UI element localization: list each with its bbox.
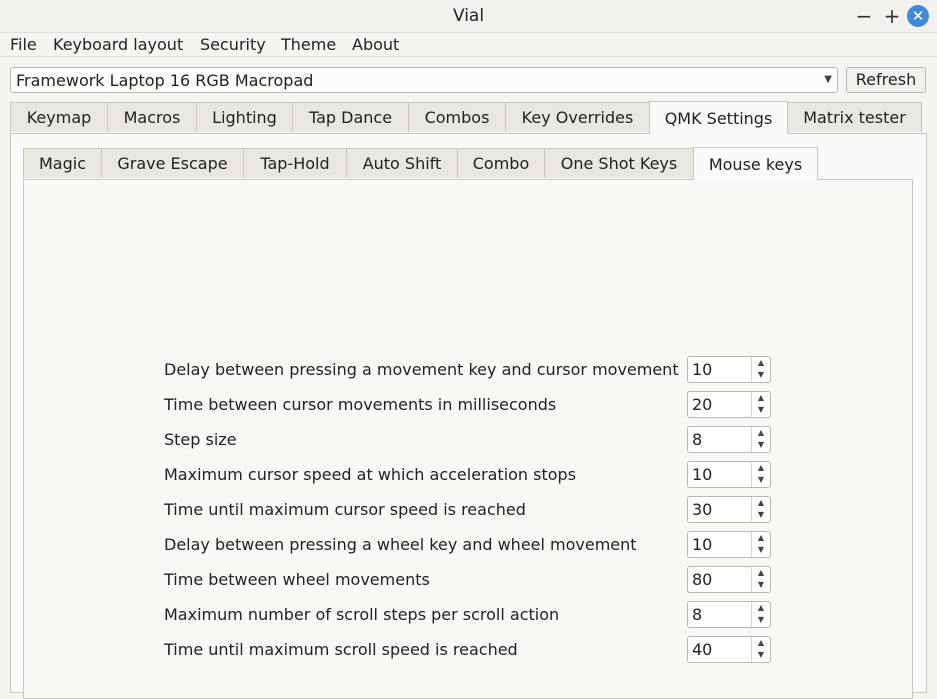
close-icon[interactable]: ✕ bbox=[907, 5, 929, 27]
max-scroll-steps-spinbox[interactable]: 8 ▲ ▼ bbox=[687, 601, 771, 628]
subtab-grave-escape[interactable]: Grave Escape bbox=[101, 148, 244, 178]
tab-macros[interactable]: Macros bbox=[107, 102, 197, 132]
spinbox-value[interactable]: 40 bbox=[692, 640, 712, 659]
spin-down-icon[interactable]: ▼ bbox=[752, 649, 770, 661]
max-cursor-speed-spinbox[interactable]: 10 ▲ ▼ bbox=[687, 461, 771, 488]
setting-label-wheel-interval: Time between wheel movements bbox=[164, 570, 430, 589]
spin-up-icon[interactable]: ▲ bbox=[752, 462, 770, 474]
spin-down-icon[interactable]: ▼ bbox=[752, 474, 770, 486]
tab-matrix-tester[interactable]: Matrix tester bbox=[787, 102, 922, 132]
scroll-time-to-max-spinbox[interactable]: 40 ▲ ▼ bbox=[687, 636, 771, 663]
device-select-value: Framework Laptop 16 RGB Macropad bbox=[16, 71, 314, 90]
spin-down-icon[interactable]: ▼ bbox=[752, 509, 770, 521]
device-select[interactable]: Framework Laptop 16 RGB Macropad ▼ bbox=[10, 67, 838, 93]
spin-down-icon[interactable]: ▼ bbox=[752, 579, 770, 591]
spinbox-value[interactable]: 10 bbox=[692, 360, 712, 379]
wheel-interval-spinbox[interactable]: 80 ▲ ▼ bbox=[687, 566, 771, 593]
setting-label-cursor-interval: Time between cursor movements in millise… bbox=[164, 395, 557, 414]
subtab-mouse-keys[interactable]: Mouse keys bbox=[693, 147, 818, 180]
spin-down-icon[interactable]: ▼ bbox=[752, 614, 770, 626]
tab-qmk-settings[interactable]: QMK Settings bbox=[649, 101, 788, 134]
spinbox-value[interactable]: 80 bbox=[692, 570, 712, 589]
spin-down-icon[interactable]: ▼ bbox=[752, 369, 770, 381]
spin-down-icon[interactable]: ▼ bbox=[752, 544, 770, 556]
chevron-down-icon[interactable]: ▼ bbox=[824, 74, 832, 85]
setting-label-movement-delay: Delay between pressing a movement key an… bbox=[164, 360, 679, 379]
spinbox-value[interactable]: 8 bbox=[692, 605, 702, 624]
menu-security[interactable]: Security bbox=[200, 35, 266, 54]
spin-up-icon[interactable]: ▲ bbox=[752, 427, 770, 439]
spinbox-value[interactable]: 30 bbox=[692, 500, 712, 519]
subtab-one-shot-keys[interactable]: One Shot Keys bbox=[544, 148, 694, 178]
menu-theme[interactable]: Theme bbox=[281, 35, 336, 54]
menu-about[interactable]: About bbox=[352, 35, 399, 54]
spin-up-icon[interactable]: ▲ bbox=[752, 602, 770, 614]
setting-label-step-size: Step size bbox=[164, 430, 237, 449]
refresh-button[interactable]: Refresh bbox=[846, 67, 926, 93]
spin-up-icon[interactable]: ▲ bbox=[752, 497, 770, 509]
wheel-delay-spinbox[interactable]: 10 ▲ ▼ bbox=[687, 531, 771, 558]
setting-label-max-scroll-steps: Maximum number of scroll steps per scrol… bbox=[164, 605, 560, 624]
spin-down-icon[interactable]: ▼ bbox=[752, 439, 770, 451]
spinbox-value[interactable]: 10 bbox=[692, 465, 712, 484]
step-size-spinbox[interactable]: 8 ▲ ▼ bbox=[687, 426, 771, 453]
setting-label-cursor-time-to-max: Time until maximum cursor speed is reach… bbox=[164, 500, 526, 519]
tab-key-overrides[interactable]: Key Overrides bbox=[505, 102, 650, 132]
menu-bar: File Keyboard layout Security Theme Abou… bbox=[0, 32, 937, 56]
spin-down-icon[interactable]: ▼ bbox=[752, 404, 770, 416]
setting-label-scroll-time-to-max: Time until maximum scroll speed is reach… bbox=[164, 640, 518, 659]
tab-lighting[interactable]: Lighting bbox=[196, 102, 293, 132]
spinbox-value[interactable]: 8 bbox=[692, 430, 702, 449]
subtab-tap-hold[interactable]: Tap-Hold bbox=[243, 148, 347, 178]
cursor-time-to-max-spinbox[interactable]: 30 ▲ ▼ bbox=[687, 496, 771, 523]
spin-up-icon[interactable]: ▲ bbox=[752, 357, 770, 369]
subtab-magic[interactable]: Magic bbox=[23, 148, 102, 178]
setting-label-max-cursor-speed: Maximum cursor speed at which accelerati… bbox=[164, 465, 577, 484]
menu-divider bbox=[0, 56, 937, 57]
spin-up-icon[interactable]: ▲ bbox=[752, 532, 770, 544]
maximize-icon[interactable]: + bbox=[880, 4, 904, 28]
subtab-combo[interactable]: Combo bbox=[457, 148, 545, 178]
spin-up-icon[interactable]: ▲ bbox=[752, 637, 770, 649]
minimize-icon[interactable]: − bbox=[852, 4, 876, 28]
tab-keymap[interactable]: Keymap bbox=[10, 102, 108, 132]
spin-up-icon[interactable]: ▲ bbox=[752, 567, 770, 579]
menu-keyboard-layout[interactable]: Keyboard layout bbox=[53, 35, 183, 54]
cursor-interval-spinbox[interactable]: 20 ▲ ▼ bbox=[687, 391, 771, 418]
window-title: Vial bbox=[452, 6, 485, 26]
spinbox-value[interactable]: 20 bbox=[692, 395, 712, 414]
setting-label-wheel-delay: Delay between pressing a wheel key and w… bbox=[164, 535, 637, 554]
tab-tap-dance[interactable]: Tap Dance bbox=[292, 102, 409, 132]
subtab-auto-shift[interactable]: Auto Shift bbox=[346, 148, 458, 178]
movement-delay-spinbox[interactable]: 10 ▲ ▼ bbox=[687, 356, 771, 383]
tab-combos[interactable]: Combos bbox=[408, 102, 506, 132]
spinbox-value[interactable]: 10 bbox=[692, 535, 712, 554]
spin-up-icon[interactable]: ▲ bbox=[752, 392, 770, 404]
menu-file[interactable]: File bbox=[10, 35, 37, 54]
title-bar: Vial − + ✕ bbox=[0, 0, 937, 33]
